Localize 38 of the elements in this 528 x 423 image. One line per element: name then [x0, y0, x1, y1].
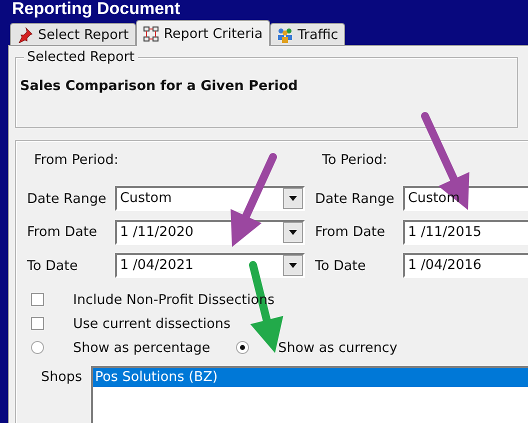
tab[interactable]: Traffic [270, 23, 346, 45]
tab[interactable]: Select Report [10, 23, 136, 45]
period-heading: To Period: [321, 151, 388, 170]
date-combo[interactable]: 1 /11/2015 [403, 220, 528, 245]
checkbox-label: Use current dissections [73, 316, 231, 332]
date-combo[interactable]: 1 /11/2020 [115, 220, 305, 245]
caret-icon [289, 196, 297, 202]
field-label: To Date [315, 258, 367, 274]
dropdown-button[interactable] [283, 255, 303, 276]
date-combo[interactable]: 1 /04/2016 [403, 253, 528, 278]
window-title: Reporting Document [11, 0, 182, 20]
diagram-icon [142, 26, 159, 42]
dropdown-button[interactable] [283, 188, 303, 210]
field-label: From Date [27, 224, 98, 240]
radio-label: Show as percentage [73, 340, 210, 356]
shops-list[interactable]: Pos Solutions (BZ) [91, 366, 528, 423]
shops-label: Shops [40, 368, 83, 386]
radio-label: Show as currency [278, 340, 398, 356]
people-icon [276, 26, 293, 42]
checkbox[interactable] [31, 293, 44, 306]
tab[interactable]: Report Criteria [136, 20, 270, 46]
field-label: Date Range [315, 190, 396, 207]
date-combo[interactable]: Custom [115, 186, 305, 212]
list-item[interactable]: Pos Solutions (BZ) [93, 368, 528, 386]
group-legend: Selected Report [24, 49, 138, 65]
field-label: To Date [27, 258, 79, 274]
dropdown-button[interactable] [283, 222, 303, 243]
date-combo[interactable]: 1 /04/2021 [115, 253, 305, 278]
caret-icon [289, 230, 297, 235]
field-label: Date Range [27, 190, 108, 207]
caret-icon [289, 263, 297, 268]
radio-button[interactable] [236, 341, 250, 354]
field-label: From Date [315, 224, 386, 240]
checkbox[interactable] [31, 317, 44, 330]
radio-button[interactable] [31, 341, 44, 354]
period-heading: From Period: [33, 151, 120, 170]
report-name: Sales Comparison for a Given Period [20, 78, 299, 94]
pushpin-icon [17, 26, 33, 42]
